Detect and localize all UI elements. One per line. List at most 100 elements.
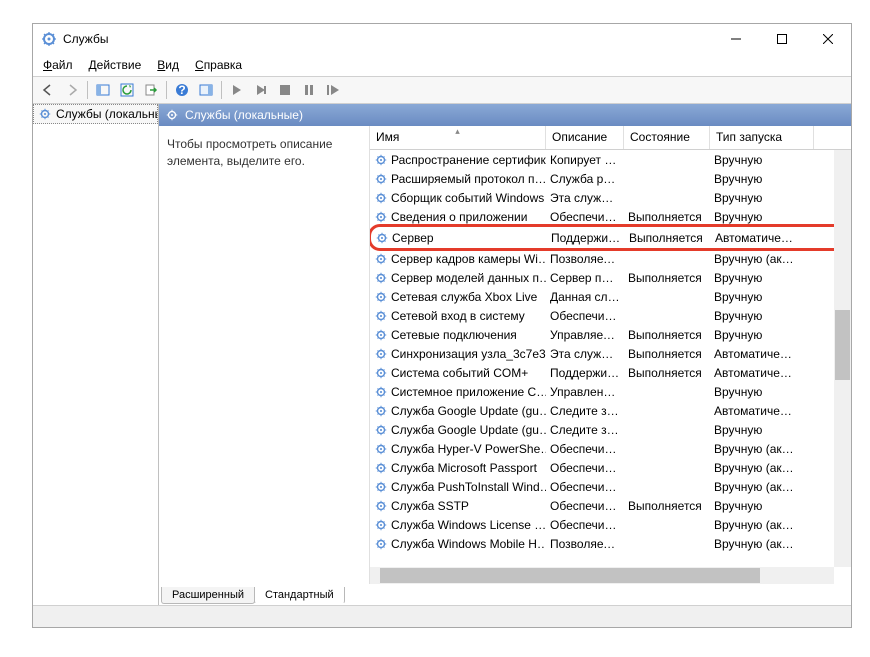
- service-name: Служба Windows Mobile H…: [391, 537, 546, 551]
- service-startup: Вручную (ак…: [710, 537, 814, 551]
- sort-asc-icon: ▴: [455, 126, 460, 137]
- service-startup: Вручную (ак…: [710, 461, 814, 475]
- close-button[interactable]: [805, 24, 851, 54]
- service-row[interactable]: Сервер моделей данных п…Сервер пл…Выполн…: [370, 268, 851, 287]
- service-state: Выполняется: [624, 328, 710, 342]
- service-row[interactable]: Служба Microsoft PassportОбеспечи…Вручну…: [370, 458, 851, 477]
- gear-icon: [374, 537, 388, 551]
- service-startup: Вручную: [710, 328, 814, 342]
- restart-button[interactable]: [322, 79, 344, 101]
- properties-button[interactable]: [195, 79, 217, 101]
- services-list: Имя▴ Описание Состояние Тип запуска Расп…: [369, 126, 851, 584]
- service-row[interactable]: Служба Hyper-V PowerShe…Обеспечи… Вручную…: [370, 439, 851, 458]
- service-name: Служба Hyper-V PowerShe…: [391, 442, 546, 456]
- service-name: Сборщик событий Windows: [391, 191, 544, 205]
- col-startup-type[interactable]: Тип запуска: [710, 126, 814, 149]
- service-startup: Вручную: [710, 423, 814, 437]
- service-startup: Вручную: [710, 153, 814, 167]
- gear-icon: [165, 108, 179, 122]
- service-startup: Автоматиче…: [710, 347, 814, 361]
- gear-icon: [374, 252, 388, 266]
- export-button[interactable]: [140, 79, 162, 101]
- service-row[interactable]: Система событий COM+Поддержи…Выполняется…: [370, 363, 851, 382]
- service-row[interactable]: СерверПоддержи…ВыполняетсяАвтоматиче…: [371, 228, 846, 247]
- service-row[interactable]: Синхронизация узла_3c7e3Эта служб…Выполн…: [370, 344, 851, 363]
- service-row[interactable]: Сборщик событий WindowsЭта служб…Вручную: [370, 188, 851, 207]
- service-name: Служба SSTP: [391, 499, 469, 513]
- col-state[interactable]: Состояние: [624, 126, 710, 149]
- vertical-scrollbar[interactable]: [834, 150, 851, 567]
- gear-icon: [374, 290, 388, 304]
- service-row[interactable]: Служба Google Update (gu…Следите за…Авто…: [370, 401, 851, 420]
- service-row[interactable]: Служба Google Update (gu…Следите за…Вруч…: [370, 420, 851, 439]
- col-name[interactable]: Имя▴: [370, 126, 546, 149]
- service-name: Служба PushToInstall Wind…: [391, 480, 546, 494]
- app-icon: [41, 31, 57, 47]
- gear-icon: [374, 480, 388, 494]
- stop-service-button[interactable]: [250, 79, 272, 101]
- content-area: Службы (локальные) Службы (локальные) Чт…: [33, 104, 851, 605]
- service-state: Выполняется: [624, 271, 710, 285]
- window-title: Службы: [63, 32, 713, 46]
- statusbar: [33, 605, 851, 627]
- menu-action[interactable]: Действие: [83, 56, 148, 74]
- service-name: Системное приложение C…: [391, 385, 546, 399]
- tab-standard[interactable]: Стандартный: [254, 587, 345, 604]
- service-row[interactable]: Сетевая служба Xbox LiveДанная сл…Вручну…: [370, 287, 851, 306]
- pause-button[interactable]: [298, 79, 320, 101]
- service-name: Распространение сертифик…: [391, 153, 546, 167]
- service-row[interactable]: Сетевые подключенияУправляет…Выполняется…: [370, 325, 851, 344]
- gear-icon: [374, 271, 388, 285]
- back-button[interactable]: [37, 79, 59, 101]
- service-row[interactable]: Системное приложение C…Управлен…Вручную: [370, 382, 851, 401]
- col-description[interactable]: Описание: [546, 126, 624, 149]
- service-row[interactable]: Сетевой вход в системуОбеспечи…Вручную: [370, 306, 851, 325]
- service-row[interactable]: Распространение сертифик…Копирует …Вручн…: [370, 150, 851, 169]
- show-hide-button[interactable]: [92, 79, 114, 101]
- service-desc: Обеспечи…: [546, 442, 624, 456]
- gear-icon: [374, 347, 388, 361]
- service-row[interactable]: Служба Windows Mobile H…Позволяет…Вручну…: [370, 534, 851, 553]
- service-row[interactable]: Служба SSTP Обеспечи…ВыполняетсяВручную: [370, 496, 851, 515]
- service-desc: Обеспечи…: [546, 461, 624, 475]
- service-startup: Вручную: [710, 499, 814, 513]
- service-row[interactable]: Служба Windows License …Обеспечи…Вручную…: [370, 515, 851, 534]
- service-row[interactable]: Служба PushToInstall Wind…Обеспечи…Вручн…: [370, 477, 851, 496]
- service-state: Выполняется: [624, 210, 710, 224]
- gear-icon: [38, 107, 52, 121]
- gear-icon: [374, 153, 388, 167]
- service-desc: Обеспечи…: [546, 499, 624, 513]
- service-row[interactable]: Сведения о приложенииОбеспечи…Выполняетс…: [370, 207, 851, 226]
- stop-button[interactable]: [274, 79, 296, 101]
- service-startup: Вручную: [710, 271, 814, 285]
- minimize-button[interactable]: [713, 24, 759, 54]
- start-service-button[interactable]: [226, 79, 248, 101]
- service-row[interactable]: Сервер кадров камеры Wi…Позволяет…Вручну…: [370, 249, 851, 268]
- menu-file[interactable]: Файл: [37, 56, 79, 74]
- service-desc: Служба ра…: [546, 172, 624, 186]
- menu-view[interactable]: Вид: [151, 56, 185, 74]
- horizontal-scrollbar[interactable]: [370, 567, 834, 584]
- gear-icon: [374, 366, 388, 380]
- toolbar: ?: [33, 76, 851, 104]
- maximize-button[interactable]: [759, 24, 805, 54]
- service-state: Выполняется: [624, 499, 710, 513]
- tab-extended[interactable]: Расширенный: [161, 587, 255, 604]
- service-startup: Вручную (ак…: [710, 442, 814, 456]
- service-startup: Вручную: [710, 191, 814, 205]
- refresh-button[interactable]: [116, 79, 138, 101]
- service-row[interactable]: Расширяемый протокол п…Служба ра…Вручную: [370, 169, 851, 188]
- service-desc: Обеспечи…: [546, 210, 624, 224]
- gear-icon: [374, 328, 388, 342]
- service-desc: Данная сл…: [546, 290, 624, 304]
- view-tabs: Расширенный Стандартный: [159, 584, 851, 605]
- service-name: Сервер: [392, 231, 434, 245]
- tree-pane[interactable]: Службы (локальные): [33, 104, 159, 605]
- tree-item-services-local[interactable]: Службы (локальные): [33, 104, 158, 124]
- menu-help[interactable]: Справка: [189, 56, 248, 74]
- forward-button[interactable]: [61, 79, 83, 101]
- service-name: Сервер кадров камеры Wi…: [391, 252, 546, 266]
- gear-icon: [374, 309, 388, 323]
- help-button[interactable]: ?: [171, 79, 193, 101]
- gear-icon: [374, 442, 388, 456]
